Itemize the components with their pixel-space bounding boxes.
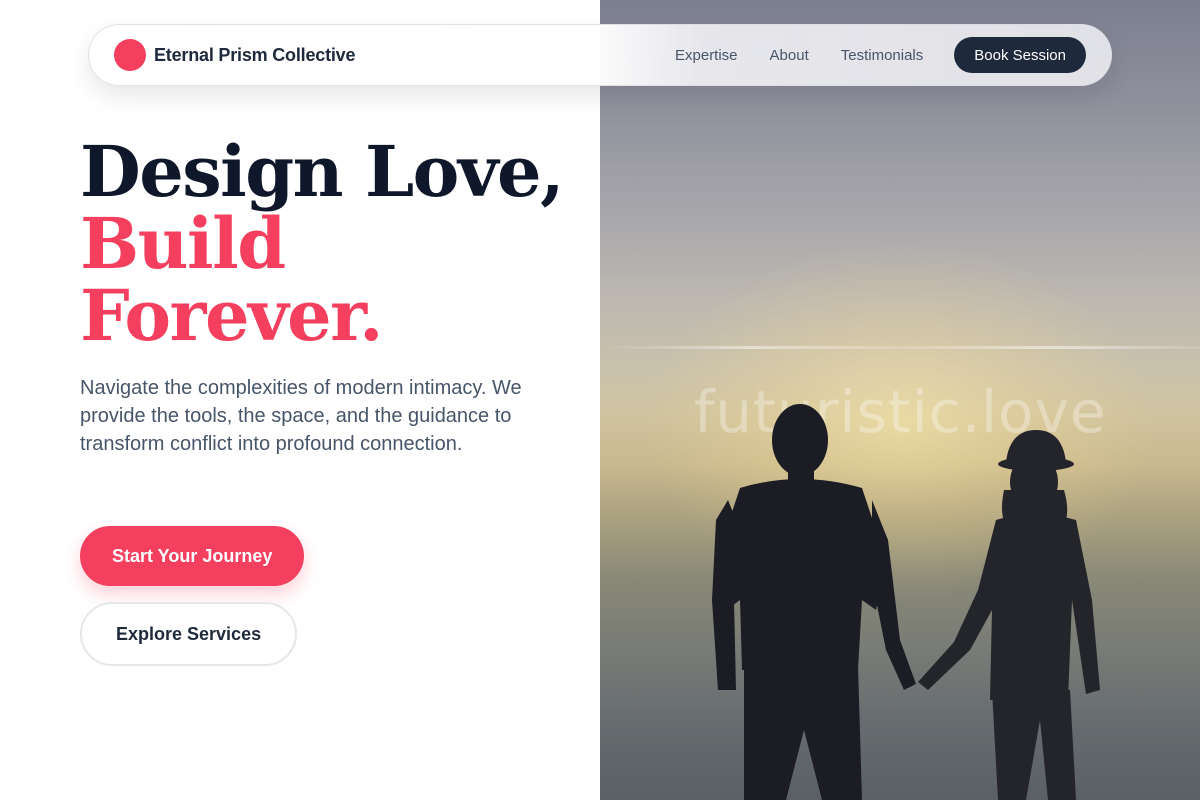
brand[interactable]: Eternal Prism Collective [114, 39, 355, 71]
headline-line-3: Forever. [80, 274, 384, 357]
brand-logo-icon [114, 39, 146, 71]
nav-links: Expertise About Testimonials Book Sessio… [675, 37, 1086, 73]
nav-link-testimonials[interactable]: Testimonials [841, 47, 924, 64]
top-navbar: Eternal Prism Collective Expertise About… [88, 24, 1112, 86]
nav-link-about[interactable]: About [770, 47, 809, 64]
explore-services-button[interactable]: Explore Services [80, 602, 298, 666]
brand-name: Eternal Prism Collective [154, 44, 356, 65]
nav-link-expertise[interactable]: Expertise [675, 47, 738, 64]
couple-silhouette [712, 404, 1100, 800]
hero-description: Navigate the complexities of modern inti… [80, 377, 522, 455]
start-journey-button[interactable]: Start Your Journey [80, 526, 305, 586]
hero-image: futuristic.love [600, 0, 1200, 800]
hero-headline: Design Love, Build Forever. [80, 136, 580, 352]
book-session-button[interactable]: Book Session [954, 37, 1086, 73]
headline-line-1: Design Love, [80, 130, 564, 213]
headline-line-2: Build [80, 202, 286, 285]
